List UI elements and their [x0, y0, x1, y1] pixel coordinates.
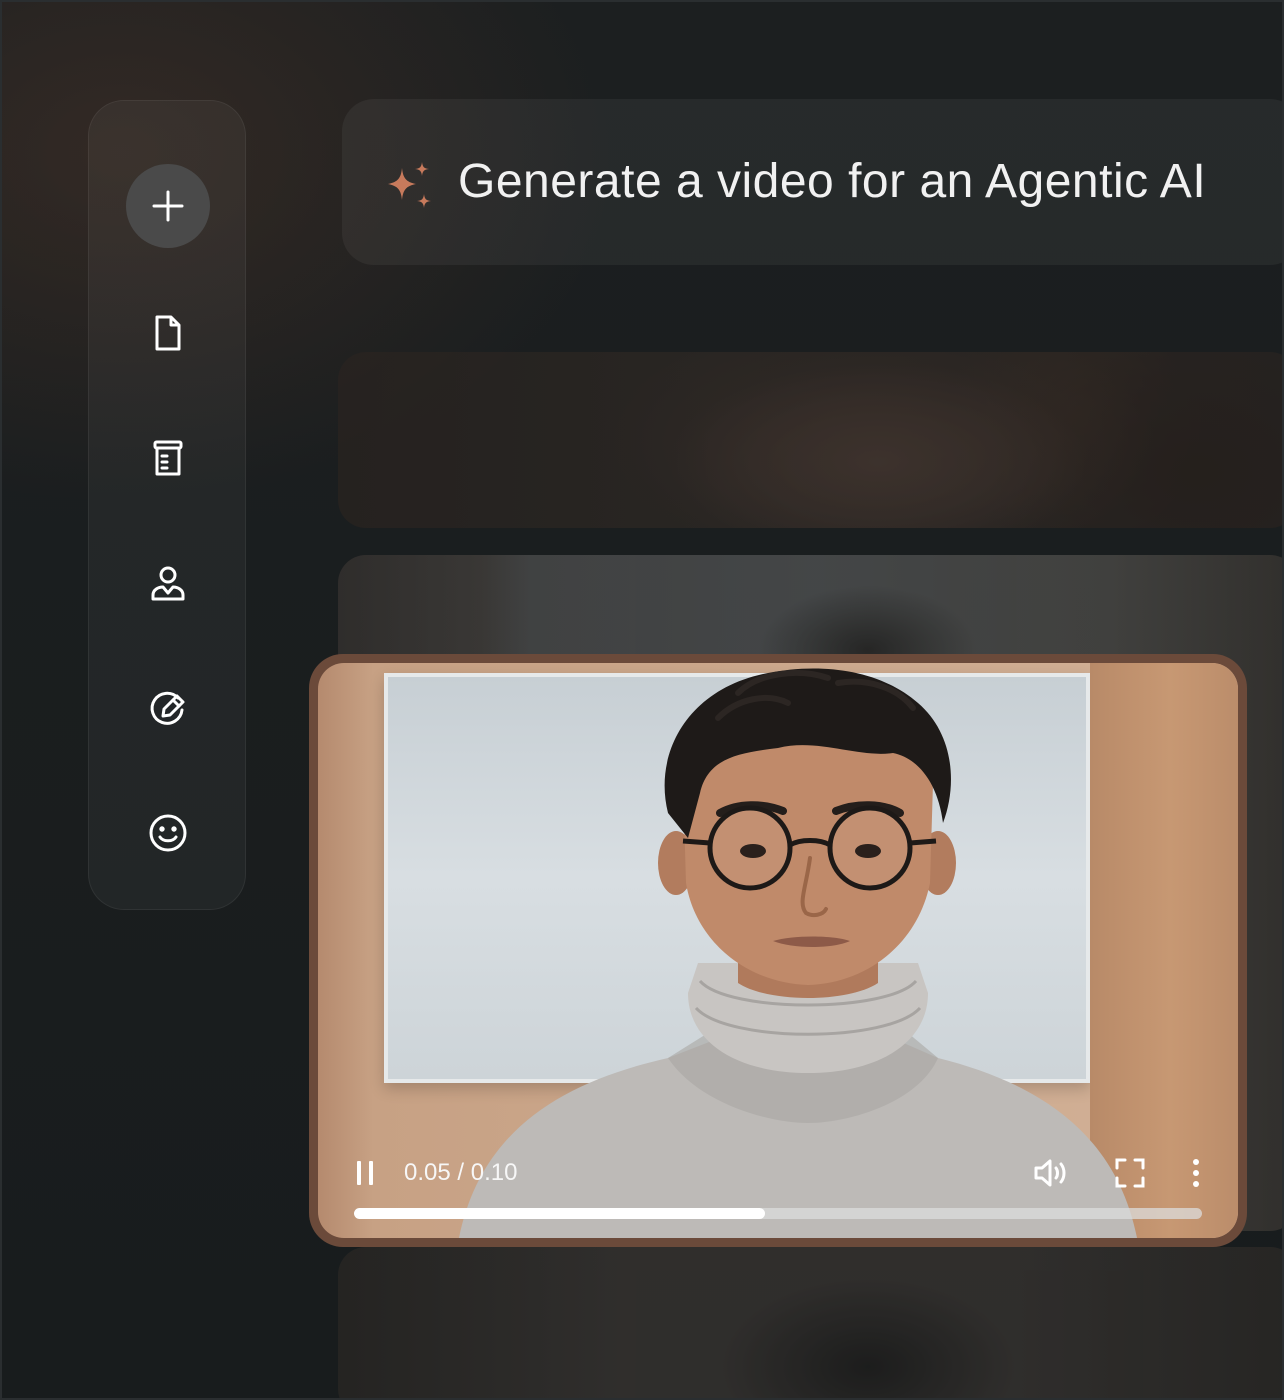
emoji-button[interactable]: [126, 791, 210, 875]
app-frame: Generate a video for an Agentic AI 0.05 …: [0, 0, 1284, 1400]
prompt-text: Generate a video for an Agentic AI: [458, 155, 1207, 208]
sidebar: [88, 100, 246, 910]
progress-fill: [354, 1208, 766, 1219]
avatar-button[interactable]: [126, 541, 210, 625]
pause-button[interactable]: [354, 1159, 378, 1187]
smiley-icon: [149, 814, 187, 852]
fullscreen-button[interactable]: [1114, 1157, 1146, 1189]
document-button[interactable]: [126, 291, 210, 375]
person-icon: [151, 566, 185, 601]
video-thumbnail-top[interactable]: [338, 352, 1282, 528]
volume-icon: [1034, 1159, 1066, 1187]
volume-button[interactable]: [1032, 1157, 1070, 1189]
add-button[interactable]: [126, 164, 210, 248]
video-player[interactable]: 0.05 / 0.10: [309, 654, 1247, 1247]
edit-pencil-icon: [150, 691, 185, 725]
more-options-button[interactable]: [1190, 1158, 1202, 1188]
script-scroll-icon: [153, 440, 183, 476]
pause-icon: [357, 1161, 373, 1185]
edit-button[interactable]: [126, 666, 210, 750]
script-button[interactable]: [126, 416, 210, 500]
progress-bar[interactable]: [354, 1208, 1202, 1219]
presenter-image: [459, 668, 1137, 1238]
document-icon: [155, 315, 181, 351]
fullscreen-icon: [1115, 1158, 1145, 1188]
plus-icon: [152, 190, 184, 222]
video-thumbnail-bottom[interactable]: [338, 1247, 1282, 1398]
player-controls: 0.05 / 0.10: [354, 1153, 1202, 1193]
more-vertical-icon: [1193, 1159, 1199, 1187]
time-display: 0.05 / 0.10: [404, 1159, 518, 1186]
video-frame[interactable]: 0.05 / 0.10: [318, 663, 1238, 1238]
sparkle-icon: [388, 162, 431, 208]
